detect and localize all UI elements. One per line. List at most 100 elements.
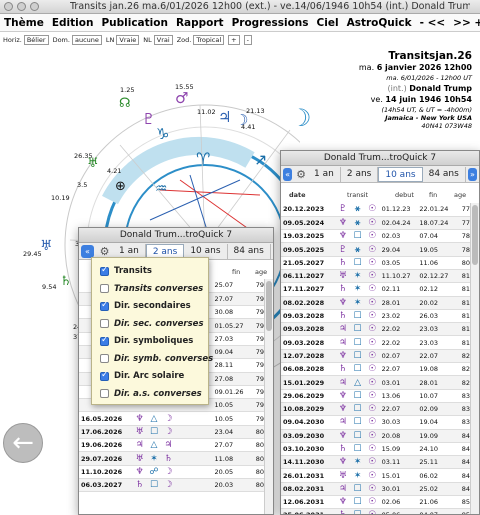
checkbox[interactable] xyxy=(100,284,109,293)
tab-84ans[interactable]: 84 ans xyxy=(228,243,271,259)
table-row[interactable]: 16.05.2026 ♆ △ ☽ 10.05 79 xyxy=(79,411,266,426)
menu-theme[interactable]: Thème xyxy=(4,17,44,29)
filter-item[interactable]: Dir. a.s. converses xyxy=(100,387,202,401)
tab-1an[interactable]: 1 an xyxy=(308,166,341,182)
cell-fin: 19.04 xyxy=(417,415,456,430)
table-row[interactable]: 06.11.2027 ♅ ✶ ☉ 11.10.27 02.12.27 81 xyxy=(281,269,472,284)
checkbox[interactable] xyxy=(100,389,109,398)
table-row[interactable]: 11.10.2026 ♆ ☍ ☽ 20.05 80 xyxy=(79,465,266,479)
minimize-button[interactable] xyxy=(17,2,26,11)
prev-nav-button[interactable]: « xyxy=(283,167,293,181)
horiz-select[interactable]: Bélier xyxy=(23,35,49,45)
table-row[interactable]: 20.12.2023 ♇ ⚹ ☉ 01.12.23 22.01.24 77 xyxy=(281,203,472,217)
table-row[interactable]: 29.07.2026 ♅ ✶ ♄ 11.08 80 xyxy=(79,451,266,466)
table-row[interactable]: 25.06.2031♄☐☉05.0604.0785 xyxy=(281,508,472,514)
table-row[interactable]: 12.07.2028 ♆ ☐ ☉ 02.07 22.07 82 xyxy=(281,349,472,364)
filter-item-label: Dir. symboliques xyxy=(114,336,194,346)
minus-button[interactable]: - xyxy=(243,35,252,45)
cell-date: 14.11.2030 xyxy=(281,455,336,470)
back-button[interactable]: ← xyxy=(3,423,43,463)
filter-item[interactable]: Dir. symb. converses xyxy=(100,352,213,366)
cell-g3: ☉ xyxy=(364,362,380,377)
checkbox[interactable] xyxy=(100,335,109,346)
checkbox[interactable] xyxy=(100,319,109,328)
cell-g1: ♅ xyxy=(335,269,351,284)
checkbox[interactable] xyxy=(100,370,109,381)
tab-2ans[interactable]: 2 ans xyxy=(341,166,379,182)
table-row[interactable]: 12.06.2031 ♆ ☐ ☉ 02.06 21.06 85 xyxy=(281,495,472,510)
checkbox[interactable] xyxy=(100,300,109,311)
menu-publication[interactable]: Publication xyxy=(101,17,168,29)
gear-icon[interactable]: ⚙ xyxy=(98,245,111,258)
filter-item[interactable]: Dir. symboliques xyxy=(100,334,193,348)
tab-84ans[interactable]: 84 ans xyxy=(423,166,466,182)
scrollbar[interactable] xyxy=(264,279,273,514)
cell-g3: ☉ xyxy=(364,482,380,497)
dom-select[interactable]: aucune xyxy=(71,35,102,45)
table-row[interactable]: 09.04.2030 ♃ ☐ ☉ 30.03 19.04 83 xyxy=(281,415,472,430)
table-row[interactable]: 08.02.2028 ♆ ✶ ☉ 28.01 20.02 81 xyxy=(281,296,472,310)
prev-nav-button[interactable]: « xyxy=(81,244,94,258)
menu-ciel[interactable]: Ciel xyxy=(317,17,339,29)
table-row[interactable]: 09.03.2028 ♃ ☐ ☉ 22.02 23.03 81 xyxy=(281,335,472,350)
gear-icon[interactable]: ⚙ xyxy=(296,168,306,181)
table-row[interactable]: 14.11.2030 ♆ ✶ ☉ 03.11 25.11 84 xyxy=(281,455,472,470)
transits-table-right: 20.12.2023 ♇ ⚹ ☉ 01.12.23 22.01.24 77 09.05.202… xyxy=(281,203,472,514)
filter-item[interactable]: Dir. sec. converses xyxy=(100,317,204,331)
table-row[interactable]: 09.03.2028 ♃ ☐ ☉ 22.02 23.03 81 xyxy=(281,322,472,337)
menu-prev[interactable]: - << xyxy=(420,17,446,29)
cell-debut xyxy=(175,478,213,493)
table-row[interactable]: 19.03.2025 ♆ ☐ ☉ 02.03 07.04 78 xyxy=(281,229,472,244)
cell-g3: ☉ xyxy=(364,216,380,231)
table-row[interactable]: 09.05.2024 ♆ ⚹ ☉ 02.04.24 18.07.24 77 xyxy=(281,216,472,231)
zod-select[interactable]: Tropical xyxy=(193,35,225,45)
table-row[interactable]: 29.06.2029 ♆ ☐ ☉ 13.06 10.07 83 xyxy=(281,389,472,403)
checkbox[interactable] xyxy=(100,354,109,363)
zoom-button[interactable] xyxy=(30,2,39,11)
cell-g1: ♆ xyxy=(335,402,351,417)
cell-g2: ☐ xyxy=(350,508,365,514)
scrollbar-thumb[interactable] xyxy=(472,205,478,265)
table-row[interactable]: 17.06.2026 ♅ ☐ ☽ 23.04 80 xyxy=(79,425,266,440)
cell-fin: 23.03 xyxy=(417,322,456,337)
cell-g2: ⚹ xyxy=(350,216,365,231)
table-row[interactable]: 26.01.2031 ♅ ✶ ☉ 15.01 06.02 84 xyxy=(281,468,472,483)
table-row[interactable]: 09.05.2025 ♇ ⚹ ☉ 29.04 19.05 78 xyxy=(281,242,472,257)
cell-debut: 20.08 xyxy=(379,429,418,443)
tab-10ans[interactable]: 10 ans xyxy=(378,166,423,182)
ln-select[interactable]: Vraie xyxy=(116,35,140,45)
cell-debut xyxy=(175,451,213,466)
table-row[interactable]: 09.03.2028 ♄ ☐ ☉ 23.02 26.03 81 xyxy=(281,309,472,324)
table-row[interactable]: 21.05.2027 ♄ ☐ ☉ 03.05 11.06 80 xyxy=(281,256,472,270)
menu-next[interactable]: >> + xyxy=(453,17,480,29)
table-row[interactable]: 03.09.2030 ♆ ☐ ☉ 20.08 19.09 84 xyxy=(281,429,472,443)
cell-debut: 23.02 xyxy=(379,309,418,324)
table-row[interactable]: 06.08.2028 ♄ ☐ ☉ 22.07 19.08 82 xyxy=(281,362,472,377)
table-row[interactable]: 17.11.2027 ♄ ✶ ☉ 02.11 02.12 81 xyxy=(281,282,472,297)
cell-fin: 18.07.24 xyxy=(417,216,456,231)
plus-button[interactable]: + xyxy=(228,35,240,45)
filter-item[interactable]: Dir. Arc solaire xyxy=(100,369,184,383)
table-row[interactable]: 06.03.2027 ♄ ☐ ☽ 20.03 80 xyxy=(79,478,266,493)
scrollbar[interactable] xyxy=(470,203,479,514)
cell-date: 10.08.2029 xyxy=(281,402,336,417)
cell-g1: ♄ xyxy=(335,282,351,297)
filter-item[interactable]: Transits xyxy=(100,264,152,278)
close-button[interactable] xyxy=(4,2,13,11)
checkbox[interactable] xyxy=(100,265,109,276)
filter-item[interactable]: Transits converses xyxy=(100,282,203,296)
filter-item[interactable]: Dir. secondaires xyxy=(100,299,191,313)
table-row[interactable]: 08.02.2031 ♃ ☐ ☉ 30.01 25.02 84 xyxy=(281,482,472,497)
scrollbar-thumb[interactable] xyxy=(266,281,272,331)
table-row[interactable]: 03.10.2030 ♄ ☐ ☉ 15.09 24.10 84 xyxy=(281,442,472,457)
next-nav-button[interactable]: » xyxy=(467,167,477,181)
menu-edition[interactable]: Edition xyxy=(52,17,94,29)
menu-astroquick[interactable]: AstroQuick xyxy=(347,17,412,29)
table-row[interactable]: 19.06.2026 ♃ △ ♃ 27.07 80 xyxy=(79,438,266,453)
table-row[interactable]: 10.08.2029 ♆ ☐ ☉ 22.07 02.09 83 xyxy=(281,402,472,417)
nl-select[interactable]: Vrai xyxy=(153,35,173,45)
cell-fin: 30.08 xyxy=(212,305,250,320)
menu-rapport[interactable]: Rapport xyxy=(176,17,224,29)
table-row[interactable]: 15.01.2029 ♃ △ ☉ 03.01 28.01 82 xyxy=(281,375,472,390)
menu-progressions[interactable]: Progressions xyxy=(232,17,309,29)
